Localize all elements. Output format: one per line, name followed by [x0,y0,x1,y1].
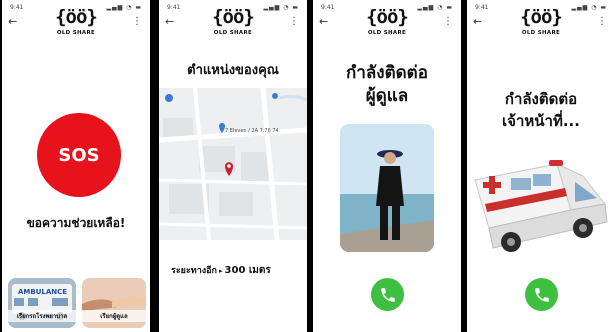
screen-sos: 9:41 ▂▄▆ ◔ ▬ ← {öö} OLD SHARE ⋮ SOS ขอคว… [2,0,150,332]
map-label: 7 Eleven / 2A 7.76 74 [225,128,279,134]
poi-pin-icon [165,94,173,102]
caregiver-photo [340,124,434,252]
calling-title: กำลังติดต่อ ผู้ดูแล [313,62,461,108]
calling-title-line2: เจ้าหน้าที่... [502,112,580,130]
logo-text: OLD SHARE [56,30,96,36]
calling-title-line1: กำลังติดต่อ [504,90,578,108]
call-ambulance-button[interactable]: AMBULANCE เรียกรถโรงพยาบาล [8,278,76,328]
logo-mark: {öö} [520,6,563,28]
distance-label: ระยะทางอีก [171,266,218,276]
caregiver-photo-image [340,124,434,252]
distance-value: 300 เมตร [224,265,271,276]
poi-pin-icon [272,93,278,99]
more-vertical-icon[interactable]: ⋮ [289,17,299,27]
chevron-right-icon: ▸ [219,267,223,275]
more-vertical-icon[interactable]: ⋮ [132,17,142,27]
call-caregiver-label: เรียกผู้ดูแล [82,310,146,322]
distance-info: ระยะทางอีก ▸ 300 เมตร [171,263,271,278]
app-logo: {öö} OLD SHARE [2,6,150,37]
calling-title-line1: กำลังติดต่อ [346,63,428,83]
app-logo: {öö} OLD SHARE [159,6,307,37]
more-vertical-icon[interactable]: ⋮ [597,17,607,27]
ambulance-image-text: AMBULANCE [18,288,67,296]
phone-icon [534,287,549,302]
screen-calling-caregiver: 9:41 ▂▄▆ ◔ ▬ ← {öö} OLD SHARE ⋮ กำลังติด… [313,0,461,332]
phone-icon [380,287,395,302]
screen-location: 9:41 ▂▄▆ ◔ ▬ ← {öö} OLD SHARE ⋮ ตำแหน่งข… [159,0,307,332]
map-canvas: 7 Eleven / 2A 7.76 74 [159,88,307,240]
call-button[interactable] [371,278,404,311]
calling-title: กำลังติดต่อ เจ้าหน้าที่... [467,88,614,132]
call-ambulance-label: เรียกรถโรงพยาบาล [8,310,76,322]
logo-text: OLD SHARE [213,30,253,36]
help-text: ขอความช่วยเหลือ! [26,216,126,230]
logo-mark: {öö} [212,6,255,28]
logo-text: OLD SHARE [367,30,407,36]
logo-mark: {öö} [55,6,98,28]
screen-calling-officer: 9:41 ▂▄▆ ◔ ▬ ← {öö} OLD SHARE ⋮ กำลังติด… [467,0,614,332]
location-map[interactable]: 7 Eleven / 2A 7.76 74 [159,88,307,240]
location-title: ตำแหน่งของคุณ [187,63,279,78]
ambulance-illustration-icon [474,160,608,252]
logo-text: OLD SHARE [521,30,561,36]
sos-button[interactable]: SOS [37,113,121,197]
more-vertical-icon[interactable]: ⋮ [443,17,453,27]
call-button[interactable] [525,278,558,311]
app-logo: {öö} OLD SHARE [467,6,614,37]
app-logo: {öö} OLD SHARE [313,6,461,37]
call-caregiver-button[interactable]: เรียกผู้ดูแล [82,278,146,328]
calling-title-line2: ผู้ดูแล [365,86,409,106]
logo-mark: {öö} [366,6,409,28]
